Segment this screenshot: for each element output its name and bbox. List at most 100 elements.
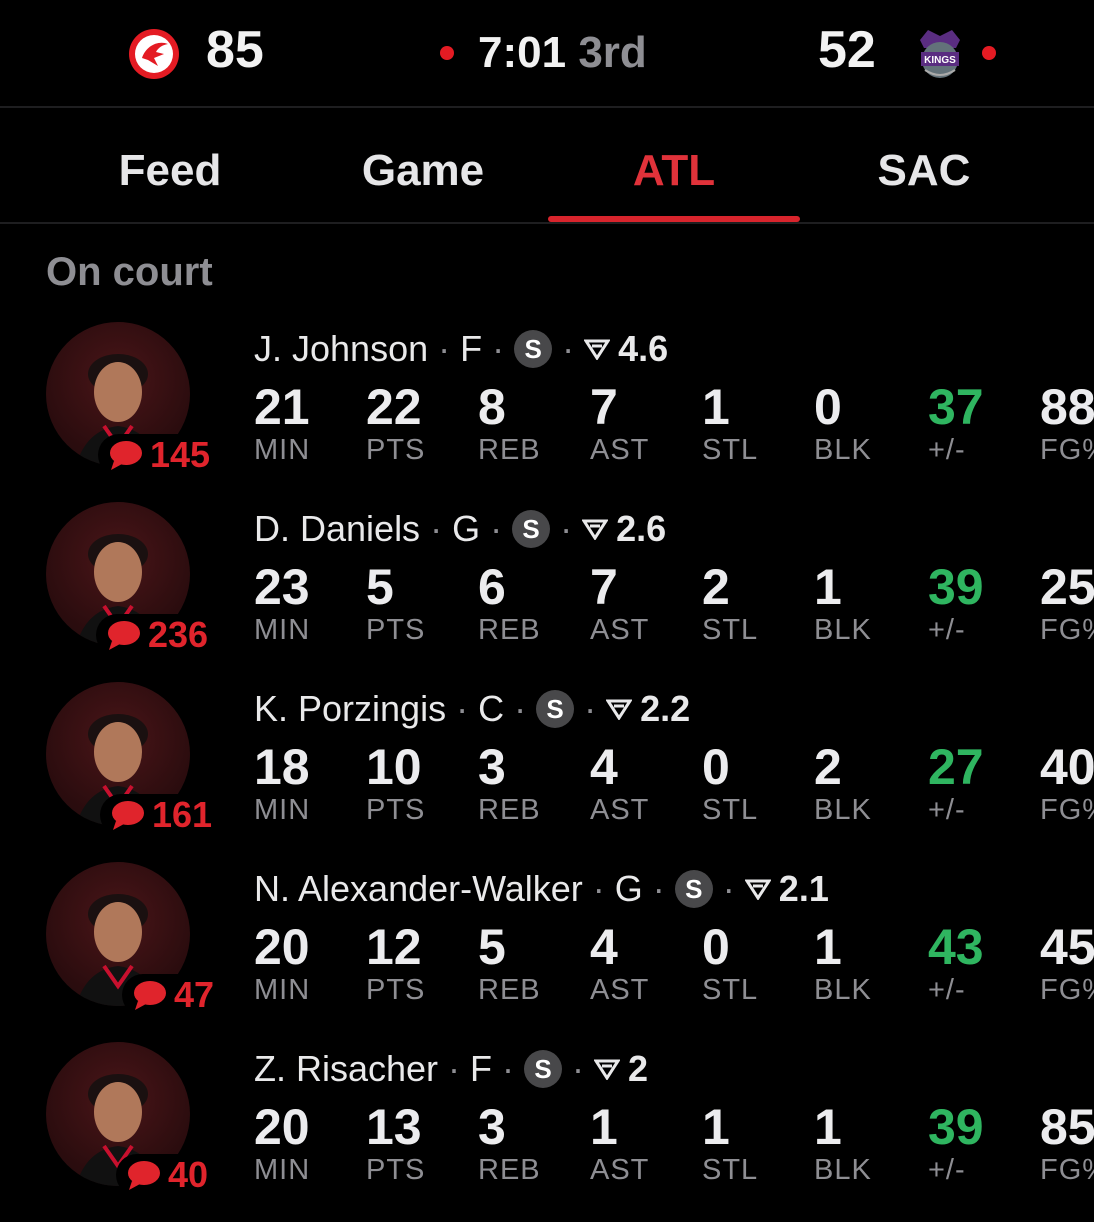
- player-row[interactable]: 145 J. Johnson · F · S · 4.6 21 MIN 22 PTS 8 REB 7 AST 1…: [0, 322, 1094, 502]
- separator-dot: ·: [430, 508, 443, 549]
- comment-bubble-icon: [110, 441, 142, 470]
- tab-sac[interactable]: SAC: [848, 146, 1000, 196]
- stat-fg-value: 25: [1040, 559, 1094, 615]
- separator-dot: ·: [584, 688, 597, 729]
- player-row[interactable]: 236 D. Daniels · G · S · 2.6 23 MIN 5 PTS 6 REB 7 AST 2 S…: [0, 502, 1094, 682]
- player-row[interactable]: 161 K. Porzingis · C · S · 2.2 18 MIN 10 PTS 3 REB 4 AS…: [0, 682, 1094, 862]
- tab-atl[interactable]: ATL: [598, 146, 750, 196]
- stat-reb-value: 3: [478, 1099, 506, 1155]
- stat-pts-label: PTS: [366, 974, 426, 1006]
- player-name[interactable]: D. Daniels: [254, 508, 420, 550]
- player-position: C: [478, 688, 505, 729]
- player-name[interactable]: N. Alexander-Walker: [254, 868, 583, 910]
- stat-ast-label: AST: [590, 974, 650, 1006]
- active-tab-indicator: [548, 216, 800, 222]
- player-name[interactable]: J. Johnson: [254, 328, 428, 370]
- player-info-line: N. Alexander-Walker · G · S · 2.1: [254, 868, 829, 910]
- comment-badge[interactable]: 161: [100, 794, 219, 836]
- scoreboard: 85 7:01 3rd 52 KINGS: [0, 0, 1094, 108]
- stat-pts-label: PTS: [366, 794, 426, 826]
- rating-triangle-icon: [594, 1059, 621, 1080]
- stat-fg-label: FG%: [1040, 434, 1094, 466]
- stat-blk-label: BLK: [814, 974, 872, 1006]
- comment-bubble-icon: [128, 1161, 160, 1190]
- separator-dot: ·: [560, 508, 573, 549]
- stat-blk-label: BLK: [814, 434, 872, 466]
- comment-badge[interactable]: 145: [98, 434, 217, 476]
- comment-badge[interactable]: 40: [116, 1154, 215, 1196]
- player-name[interactable]: K. Porzingis: [254, 688, 446, 730]
- stat-pm-label: +/-: [928, 434, 966, 466]
- stat-ast-label: AST: [590, 794, 650, 826]
- stat-fg-value: 45: [1040, 919, 1094, 975]
- tab-bar: Feed Game ATL SAC: [0, 110, 1094, 224]
- stat-blk-label: BLK: [814, 794, 872, 826]
- stat-fg-label: FG%: [1040, 974, 1094, 1006]
- stat-ast-value: 1: [590, 1099, 618, 1155]
- comment-bubble-icon: [108, 621, 140, 650]
- stat-reb-label: REB: [478, 614, 541, 646]
- away-score: 52: [818, 21, 876, 79]
- stat-blk-label: BLK: [814, 614, 872, 646]
- stat-blk-label: BLK: [814, 1154, 872, 1186]
- stat-pm-label: +/-: [928, 794, 966, 826]
- separator-dot: ·: [502, 1048, 515, 1089]
- separator-dot: ·: [592, 868, 605, 909]
- player-name[interactable]: Z. Risacher: [254, 1048, 438, 1090]
- stat-pm-value: 39: [928, 559, 984, 615]
- stat-pm-value: 39: [928, 1099, 984, 1155]
- stat-min-label: MIN: [254, 1154, 311, 1186]
- player-row[interactable]: 40 Z. Risacher · F · S · 2 20 MIN 13 PTS 3 REB 1 AST 1 ST…: [0, 1042, 1094, 1222]
- stat-pts-label: PTS: [366, 434, 426, 466]
- stat-stl-label: STL: [702, 1154, 759, 1186]
- comment-count: 236: [148, 614, 209, 655]
- status-badge: S: [524, 1050, 563, 1088]
- stat-stl-value: 1: [702, 379, 730, 435]
- possession-indicator: [982, 46, 996, 60]
- stat-stl-label: STL: [702, 434, 759, 466]
- stat-pm-value: 27: [928, 739, 984, 795]
- stat-fg-value: 85: [1040, 1099, 1094, 1155]
- stat-pts-label: PTS: [366, 1154, 426, 1186]
- rating-triangle-icon: [744, 879, 771, 900]
- stat-blk-value: 1: [814, 1099, 842, 1155]
- stat-ast-value: 4: [590, 919, 618, 975]
- comment-badge[interactable]: 47: [122, 974, 221, 1016]
- comment-badge[interactable]: 236: [96, 614, 215, 656]
- stat-reb-value: 6: [478, 559, 506, 615]
- player-rating: 2: [628, 1048, 649, 1089]
- tab-feed[interactable]: Feed: [100, 146, 240, 196]
- player-row[interactable]: 47 N. Alexander-Walker · G · S · 2.1 20 MIN 12 PTS 5…: [0, 862, 1094, 1042]
- stat-pts-value: 12: [366, 919, 422, 975]
- live-indicator: [440, 46, 454, 60]
- clock-time: 7:01: [478, 28, 567, 77]
- comment-count: 161: [152, 794, 213, 835]
- player-position: G: [452, 508, 481, 549]
- stat-blk-value: 1: [814, 919, 842, 975]
- stat-pm-value: 37: [928, 379, 984, 435]
- stat-reb-label: REB: [478, 794, 541, 826]
- stat-ast-value: 7: [590, 559, 618, 615]
- stat-reb-label: REB: [478, 974, 541, 1006]
- stat-fg-value: 40: [1040, 739, 1094, 795]
- stat-reb-label: REB: [478, 434, 541, 466]
- status-badge: S: [674, 870, 713, 908]
- stat-reb-value: 5: [478, 919, 506, 975]
- stat-stl-label: STL: [702, 794, 759, 826]
- player-info-line: D. Daniels · G · S · 2.6: [254, 508, 666, 550]
- tab-game[interactable]: Game: [340, 146, 506, 196]
- stat-stl-value: 1: [702, 1099, 730, 1155]
- separator-dot: ·: [492, 328, 505, 369]
- stat-blk-value: 2: [814, 739, 842, 795]
- rating-triangle-icon: [606, 699, 633, 720]
- player-info-line: Z. Risacher · F · S · 2: [254, 1048, 648, 1090]
- stat-fg-label: FG%: [1040, 794, 1094, 826]
- stat-blk-value: 0: [814, 379, 842, 435]
- player-info-line: K. Porzingis · C · S · 2.2: [254, 688, 690, 730]
- stat-min-label: MIN: [254, 434, 311, 466]
- comment-bubble-icon: [112, 801, 144, 830]
- stat-ast-value: 4: [590, 739, 618, 795]
- status-badge: S: [536, 690, 575, 728]
- separator-dot: ·: [514, 688, 527, 729]
- comment-bubble-icon: [134, 981, 166, 1010]
